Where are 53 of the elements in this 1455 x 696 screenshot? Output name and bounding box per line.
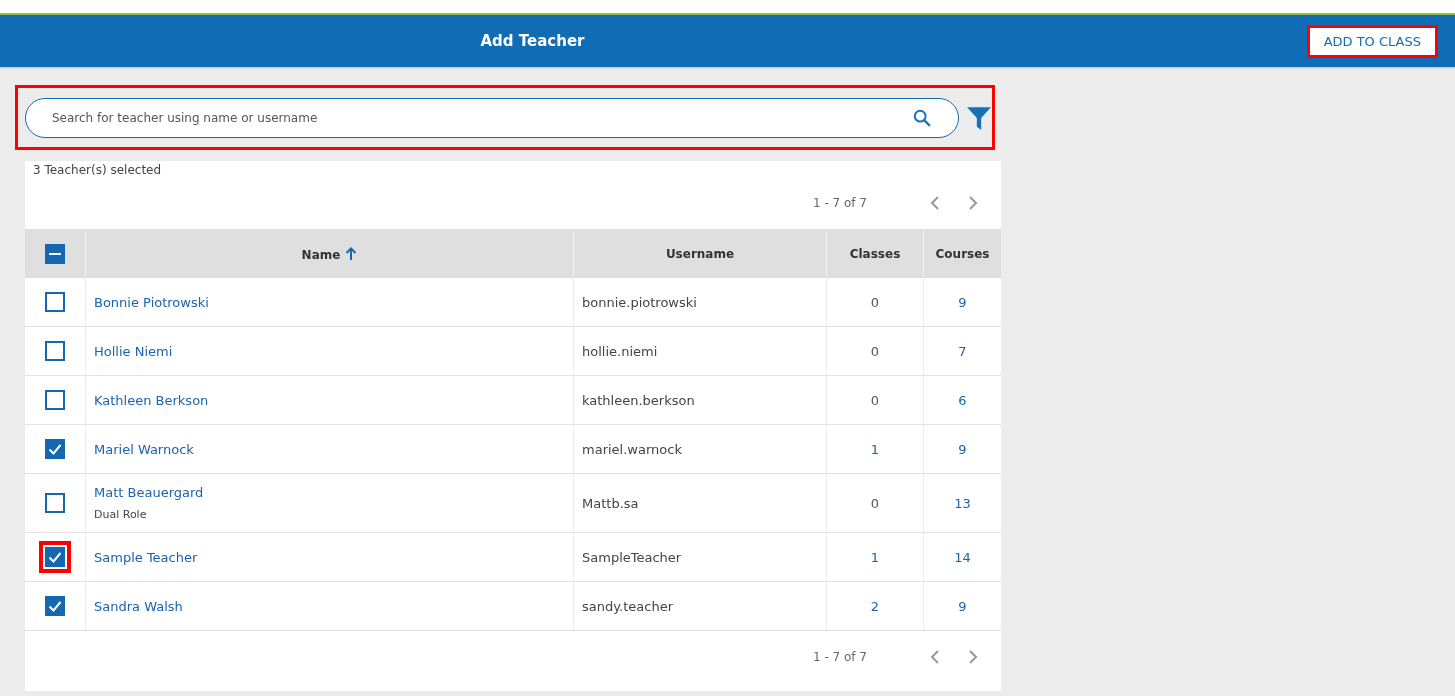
courses-count-link[interactable]: 9 [958, 294, 967, 310]
column-header[interactable]: Username [665, 246, 735, 261]
username-text: Mattb.sa [582, 495, 639, 511]
courses-count-link[interactable]: 9 [958, 598, 967, 614]
classes-count: 0 [870, 343, 880, 359]
teacher-name-link[interactable]: Bonnie Piotrowski [94, 294, 209, 310]
row-checkbox[interactable] [45, 341, 65, 361]
next-page-icon[interactable] [967, 195, 979, 211]
classes-count: 0 [870, 294, 880, 310]
search-field[interactable]: Search for teacher using name or username [25, 97, 959, 138]
username-text: SampleTeacher [582, 549, 682, 565]
add-to-class-button[interactable]: ADD TO CLASS [1306, 24, 1438, 58]
row-checkbox[interactable] [45, 493, 65, 513]
selection-count: 3 Teacher(s) selected [32, 162, 163, 177]
page-range: 1 - 7 of 7 [812, 196, 867, 210]
row-checkbox[interactable] [45, 390, 65, 410]
teacher-name-link[interactable]: Hollie Niemi [94, 343, 173, 359]
previous-page-icon[interactable] [929, 649, 941, 665]
page-range: 1 - 7 of 7 [812, 650, 867, 664]
classes-count-link[interactable]: 1 [870, 441, 880, 457]
page-title: Add Teacher [480, 32, 585, 50]
role-label: Dual Role [94, 508, 148, 521]
row-checkbox[interactable] [45, 596, 65, 616]
select-all-checkbox[interactable] [45, 243, 65, 264]
username-text: mariel.warnock [582, 441, 682, 457]
courses-count-link[interactable]: 7 [958, 343, 967, 359]
teacher-name-link[interactable]: Mariel Warnock [94, 441, 194, 457]
courses-count-link[interactable]: 9 [958, 441, 967, 457]
column-header[interactable]: Classes [849, 246, 901, 261]
filter-icon[interactable] [966, 104, 992, 131]
teacher-name-link[interactable]: Kathleen Berkson [94, 392, 209, 408]
column-header[interactable]: Name [301, 247, 341, 262]
teacher-name-link[interactable]: Sandra Walsh [94, 598, 183, 614]
teacher-name-link[interactable]: Sample Teacher [94, 549, 198, 565]
courses-count-link[interactable]: 14 [954, 549, 971, 565]
teacher-name-link[interactable]: Matt Beauergard [94, 485, 204, 500]
username-text: kathleen.berkson [582, 392, 695, 408]
next-page-icon[interactable] [967, 649, 979, 665]
classes-count: 0 [870, 392, 880, 408]
row-checkbox[interactable] [45, 547, 65, 567]
username-text: hollie.niemi [582, 343, 658, 359]
classes-count-link[interactable]: 1 [870, 549, 880, 565]
row-checkbox[interactable] [45, 292, 65, 312]
username-text: bonnie.piotrowski [582, 294, 697, 310]
classes-count: 0 [870, 495, 880, 511]
classes-count-link[interactable]: 2 [870, 598, 880, 614]
previous-page-icon[interactable] [929, 195, 941, 211]
search-icon[interactable] [913, 108, 931, 127]
courses-count-link[interactable]: 13 [954, 495, 971, 511]
courses-count-link[interactable]: 6 [958, 392, 967, 408]
sort-arrow-icon[interactable] [345, 245, 358, 261]
row-checkbox[interactable] [45, 439, 65, 459]
username-text: sandy.teacher [582, 598, 673, 614]
